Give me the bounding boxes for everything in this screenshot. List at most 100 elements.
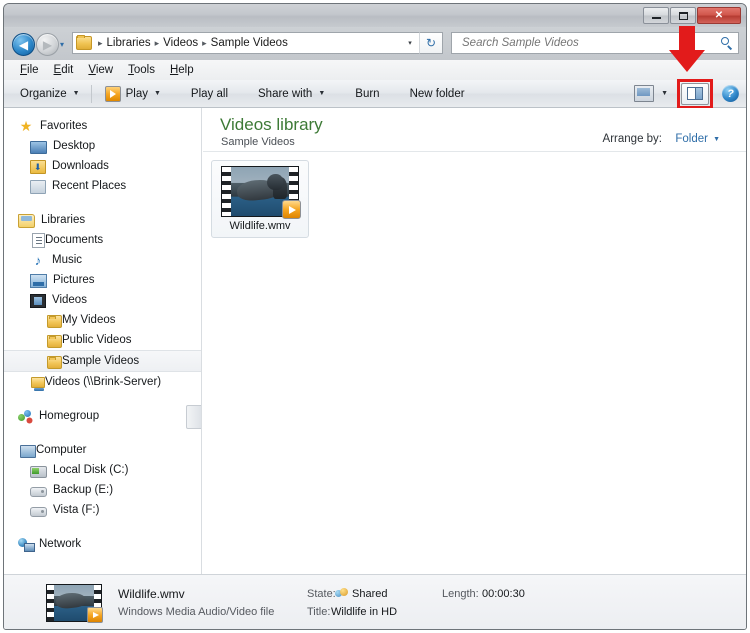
sidebar-item-videos[interactable]: Videos: [4, 290, 201, 310]
content-pane[interactable]: Videos library Sample Videos Arrange by:…: [203, 108, 746, 574]
sidebar-item-backup-e[interactable]: Backup (E:): [4, 480, 201, 500]
breadcrumb-sample-videos[interactable]: Sample Videos: [211, 37, 288, 49]
sidebar-label: Music: [52, 254, 83, 266]
menu-tools[interactable]: Tools: [122, 62, 164, 78]
command-toolbar: Organize ▼ Play ▼ Play all Share with ▼ …: [4, 78, 746, 109]
videos-icon: [30, 294, 46, 308]
navigation-pane[interactable]: ★ Favorites Desktop Downloads Recent Pla…: [4, 108, 202, 574]
downloads-icon: [30, 160, 46, 174]
sidebar-label: Public Videos: [62, 334, 132, 346]
recent-pages-button[interactable]: ▾: [60, 40, 64, 49]
breadcrumb-libraries[interactable]: Libraries: [107, 37, 151, 49]
sidebar-item-local-disk-c[interactable]: Local Disk (C:): [4, 460, 201, 480]
chevron-down-icon[interactable]: ▼: [713, 136, 720, 143]
preview-pane-highlight-box: [677, 78, 713, 109]
sidebar-item-public-videos[interactable]: Public Videos: [4, 330, 201, 350]
sidebar-item-pictures[interactable]: Pictures: [4, 270, 201, 290]
sidebar-item-downloads[interactable]: Downloads: [4, 156, 201, 176]
play-badge-icon: [87, 607, 103, 623]
drive-icon: [30, 507, 47, 517]
maximize-button[interactable]: [670, 7, 696, 24]
page-title: Videos library: [220, 115, 323, 134]
explorer-window: ✕ ◀ ▶ ▾ ▸ Libraries ▸ Videos ▸ Sample Vi…: [3, 3, 747, 630]
arrange-by-value[interactable]: Folder: [675, 133, 708, 145]
sidebar-label: Local Disk (C:): [53, 464, 129, 476]
recent-places-icon: [30, 180, 46, 194]
menu-file-accel: F: [20, 64, 28, 76]
drive-icon: [30, 487, 47, 497]
breadcrumb-videos[interactable]: Videos: [163, 37, 198, 49]
back-button[interactable]: ◀: [12, 33, 35, 56]
sidebar-item-homegroup[interactable]: Homegroup: [4, 406, 201, 426]
change-view-icon[interactable]: [634, 85, 655, 102]
menu-help[interactable]: Help: [164, 62, 203, 78]
menu-file[interactable]: File: [14, 62, 48, 78]
breadcrumb-separator: ▸: [154, 37, 160, 48]
play-button[interactable]: Play ▼: [97, 82, 169, 106]
search-input[interactable]: [460, 36, 720, 50]
documents-icon: [32, 233, 45, 248]
minimize-icon: [651, 17, 661, 19]
sidebar-label: Homegroup: [39, 410, 100, 422]
sidebar-item-libraries[interactable]: Libraries: [4, 210, 201, 230]
help-button[interactable]: ?: [722, 85, 739, 102]
toolbar-right-group: ▼ ?: [634, 78, 746, 109]
page-subtitle: Sample Videos: [221, 136, 295, 148]
menu-view[interactable]: View: [82, 62, 122, 78]
sidebar-item-recent-places[interactable]: Recent Places: [4, 176, 201, 196]
thumbnail-image: [231, 167, 289, 216]
details-pane: Wildlife.wmv Windows Media Audio/Video f…: [4, 574, 746, 629]
sidebar-item-network[interactable]: Network: [4, 534, 201, 554]
sidebar-label: Videos (\\Brink-Server): [45, 376, 162, 388]
sidebar-label: Network: [39, 538, 82, 550]
arrange-by-label: Arrange by:: [602, 133, 662, 145]
refresh-button[interactable]: ↻: [419, 32, 443, 54]
burn-label: Burn: [355, 87, 380, 100]
search-icon[interactable]: [720, 36, 734, 50]
star-icon: ★: [19, 117, 33, 134]
forward-arrow-icon: ▶: [42, 37, 53, 52]
menu-edit[interactable]: Edit: [48, 62, 83, 78]
sidebar-item-sample-videos[interactable]: Sample Videos: [4, 350, 201, 372]
play-all-button[interactable]: Play all: [183, 82, 236, 106]
sidebar-item-videos-brink-server[interactable]: Videos (\\Brink-Server): [4, 372, 201, 392]
burn-button[interactable]: Burn: [347, 82, 387, 106]
nav-group-favorites: ★ Favorites Desktop Downloads Recent Pla…: [4, 116, 201, 196]
sidebar-item-favorites[interactable]: ★ Favorites: [4, 116, 201, 136]
address-dropdown-button[interactable]: ▾: [402, 33, 418, 53]
sidebar-label: Vista (F:): [53, 504, 100, 516]
sidebar-item-vista-f[interactable]: Vista (F:): [4, 500, 201, 520]
organize-button[interactable]: Organize ▼: [12, 82, 88, 106]
details-file-name: Wildlife.wmv: [118, 587, 185, 601]
address-bar[interactable]: ▸ Libraries ▸ Videos ▸ Sample Videos: [72, 32, 419, 54]
chevron-down-icon[interactable]: ▼: [661, 90, 668, 97]
chevron-down-icon: ▾: [408, 40, 412, 47]
navigation-pane-scrollbar-thumb[interactable]: [186, 405, 201, 429]
homegroup-icon: [18, 409, 33, 424]
file-name-label: Wildlife.wmv: [229, 220, 291, 232]
menu-file-rest: ile: [27, 64, 39, 76]
minimize-button[interactable]: [643, 7, 669, 24]
desktop-icon: [30, 140, 47, 154]
sidebar-item-documents[interactable]: Documents: [4, 230, 201, 250]
preview-pane-button[interactable]: [681, 82, 709, 105]
list-item[interactable]: Wildlife.wmv: [211, 160, 309, 238]
library-header: Videos library Sample Videos Arrange by:…: [203, 108, 746, 152]
search-box[interactable]: [451, 32, 739, 54]
close-button[interactable]: ✕: [697, 7, 741, 24]
forward-button[interactable]: ▶: [36, 33, 59, 56]
sidebar-item-computer[interactable]: Computer: [4, 440, 201, 460]
nav-group-homegroup: Homegroup: [4, 406, 201, 426]
share-with-button[interactable]: Share with ▼: [250, 82, 333, 106]
sidebar-item-my-videos[interactable]: My Videos: [4, 310, 201, 330]
close-icon: ✕: [714, 9, 724, 21]
preview-pane-left: [688, 88, 695, 99]
chevron-down-icon: ▼: [72, 90, 80, 97]
network-folder-icon: [31, 377, 45, 391]
sidebar-label: My Videos: [62, 314, 116, 326]
sidebar-item-desktop[interactable]: Desktop: [4, 136, 201, 156]
sidebar-item-music[interactable]: ♪ Music: [4, 250, 201, 270]
new-folder-button[interactable]: New folder: [402, 82, 473, 106]
